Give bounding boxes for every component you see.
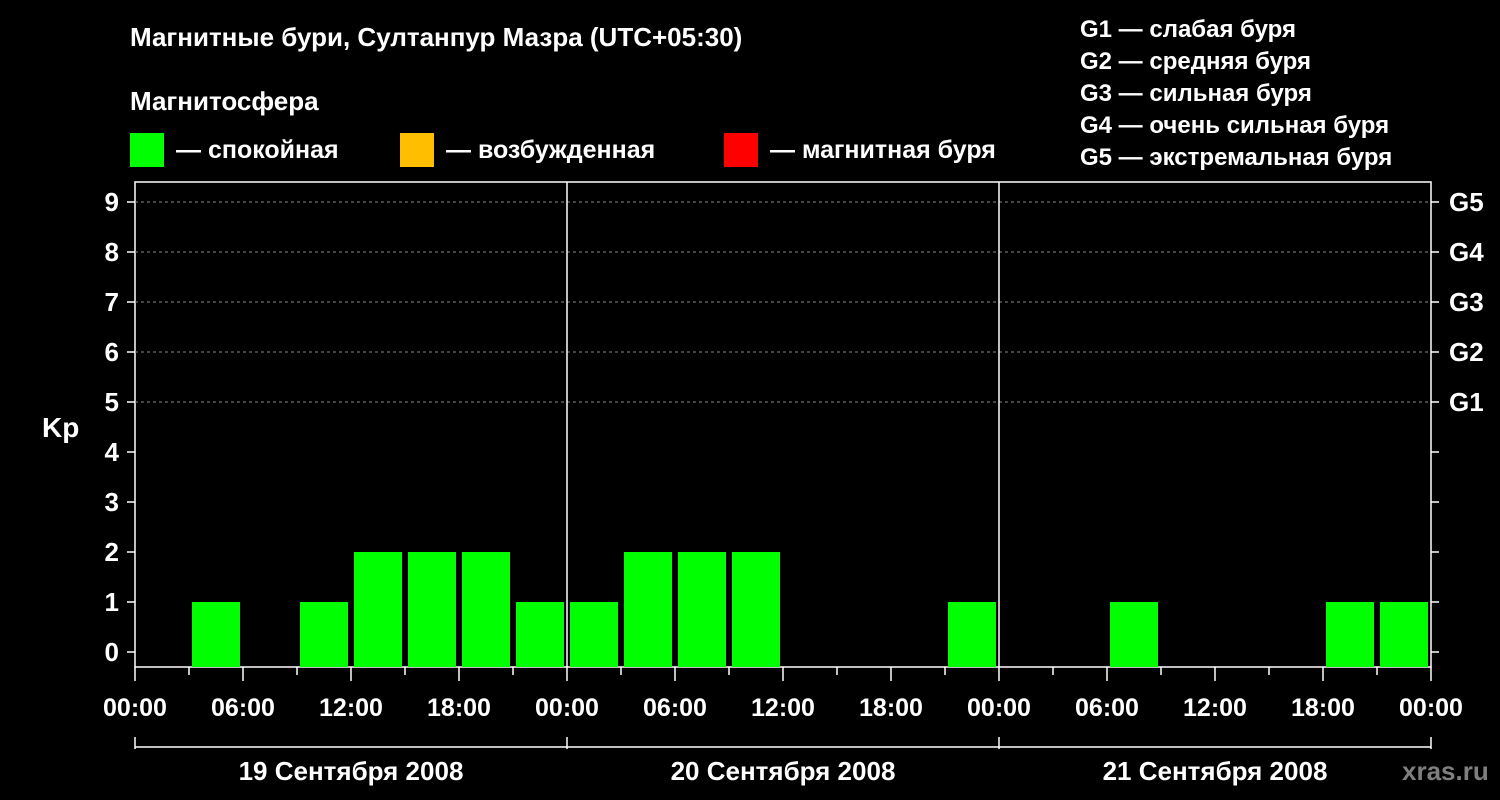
bar-9 xyxy=(624,552,672,667)
x-tick-label-1: 06:00 xyxy=(211,694,275,722)
bar-15 xyxy=(948,602,996,667)
x-tick-label-11: 18:00 xyxy=(1291,694,1355,722)
bar-7 xyxy=(516,602,564,667)
y-tick-label-2: 2 xyxy=(105,537,119,567)
y-tick-label-4: 4 xyxy=(105,437,120,467)
day-label-0: 19 Сентября 2008 xyxy=(239,756,464,786)
x-tick-label-9: 06:00 xyxy=(1075,694,1139,722)
y-tick-label-9: 9 xyxy=(105,187,119,217)
y-tick-label-8: 8 xyxy=(105,237,119,267)
y-tick-label-3: 3 xyxy=(105,487,119,517)
g-label-g4: G4 xyxy=(1449,237,1484,267)
kp-chart: 0 1 2 3 4 5 6 7 8 9 G1 G2 G3 G4 G5 Kp 00:00 06:00 12:00 18:… xyxy=(42,181,1484,786)
g-label-g1: G1 xyxy=(1449,387,1484,417)
plot-frame xyxy=(134,181,1432,668)
x-tick-label-7: 18:00 xyxy=(859,694,923,722)
bar-11 xyxy=(732,552,780,667)
x-tick-label-2: 12:00 xyxy=(319,694,383,722)
x-tick-label-4: 00:00 xyxy=(535,694,599,722)
x-tick-label-10: 12:00 xyxy=(1183,694,1247,722)
x-tick-label-12: 00:00 xyxy=(1399,694,1463,722)
x-tick-label-6: 12:00 xyxy=(751,694,815,722)
y-tick-label-7: 7 xyxy=(105,287,119,317)
x-tick-label-3: 18:00 xyxy=(427,694,491,722)
bar-8 xyxy=(570,602,618,667)
watermark: xras.ru xyxy=(1402,756,1489,786)
bar-1 xyxy=(192,602,240,667)
bar-18 xyxy=(1110,602,1158,667)
g-label-g3: G3 xyxy=(1449,287,1484,317)
day-label-2: 21 Сентября 2008 xyxy=(1103,756,1328,786)
y-axis-label: Kp xyxy=(42,412,79,443)
bar-4 xyxy=(354,552,402,667)
bar-10 xyxy=(678,552,726,667)
x-tick-label-5: 06:00 xyxy=(643,694,707,722)
y-tick-label-1: 1 xyxy=(105,587,119,617)
day-label-1: 20 Сентября 2008 xyxy=(671,756,896,786)
g-label-g5: G5 xyxy=(1449,187,1484,217)
x-tick-label-0: 00:00 xyxy=(103,694,167,722)
x-tick-label-8: 00:00 xyxy=(967,694,1031,722)
bar-5 xyxy=(408,552,456,667)
bar-3 xyxy=(300,602,348,667)
g-label-g2: G2 xyxy=(1449,337,1484,367)
bar-22 xyxy=(1326,602,1374,667)
y-tick-label-6: 6 xyxy=(105,337,119,367)
bar-6 xyxy=(462,552,510,667)
bar-23 xyxy=(1380,602,1428,667)
y-tick-label-0: 0 xyxy=(105,637,119,667)
y-tick-label-5: 5 xyxy=(105,387,119,417)
